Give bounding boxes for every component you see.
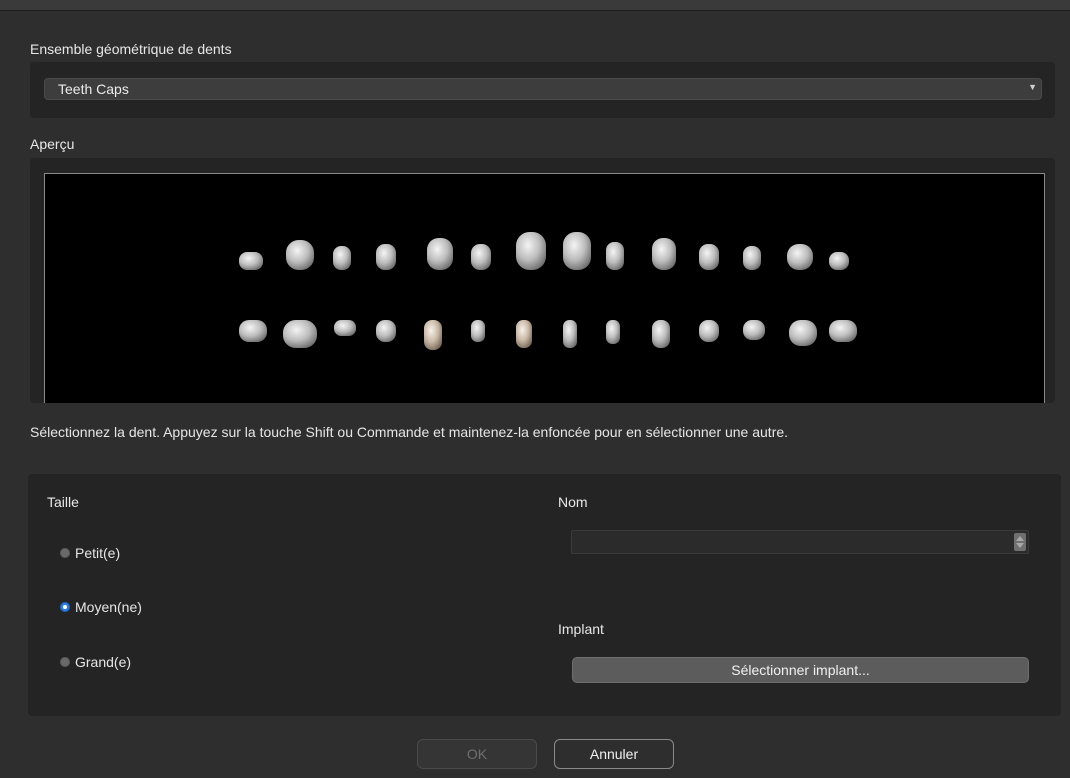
upper-tooth[interactable]	[333, 246, 351, 270]
geometry-set-dropdown[interactable]: Teeth Caps ▼	[44, 78, 1042, 100]
select-implant-button[interactable]: Sélectionner implant...	[572, 657, 1029, 683]
lower-tooth[interactable]	[376, 320, 396, 342]
geometry-set-value: Teeth Caps	[58, 81, 129, 97]
upper-tooth[interactable]	[516, 232, 546, 270]
name-label: Nom	[558, 494, 588, 510]
chevron-down-icon: ▼	[1028, 82, 1037, 92]
radio-large[interactable]	[60, 657, 70, 668]
lower-tooth[interactable]	[239, 320, 267, 342]
lower-tooth[interactable]	[652, 320, 670, 348]
stepper-arrows-icon[interactable]	[1014, 533, 1026, 551]
cancel-button[interactable]: Annuler	[554, 739, 674, 769]
radio-small[interactable]	[60, 548, 70, 559]
size-option-large[interactable]: Grand(e)	[60, 654, 131, 670]
upper-tooth[interactable]	[699, 244, 719, 270]
lower-tooth[interactable]	[471, 320, 485, 342]
upper-tooth[interactable]	[471, 244, 491, 270]
upper-tooth[interactable]	[787, 244, 813, 270]
size-option-large-label: Grand(e)	[75, 654, 132, 670]
lower-tooth[interactable]	[789, 320, 817, 346]
lower-tooth[interactable]	[563, 320, 577, 348]
ok-button[interactable]: OK	[417, 739, 537, 769]
teeth-preview[interactable]	[44, 173, 1045, 403]
upper-tooth[interactable]	[239, 252, 263, 270]
teeth-preview-canvas[interactable]	[45, 174, 1044, 403]
size-option-medium[interactable]: Moyen(ne)	[60, 599, 142, 615]
preview-label: Aperçu	[30, 136, 75, 152]
radio-medium[interactable]	[60, 602, 70, 613]
lower-tooth[interactable]	[699, 320, 719, 342]
title-bar-strip	[0, 0, 1070, 11]
upper-tooth[interactable]	[376, 244, 396, 270]
upper-tooth[interactable]	[743, 246, 761, 270]
implant-label: Implant	[558, 621, 604, 637]
size-option-small[interactable]: Petit(e)	[60, 545, 120, 561]
upper-tooth[interactable]	[427, 238, 453, 270]
upper-tooth[interactable]	[606, 242, 624, 270]
name-combo[interactable]	[571, 530, 1029, 554]
lower-tooth[interactable]	[424, 320, 442, 350]
lower-tooth[interactable]	[516, 320, 532, 348]
size-label: Taille	[47, 494, 79, 510]
upper-tooth[interactable]	[286, 240, 314, 270]
size-option-small-label: Petit(e)	[75, 545, 121, 561]
lower-tooth[interactable]	[829, 320, 857, 342]
selection-hint: Sélectionnez la dent. Appuyez sur la tou…	[30, 424, 789, 440]
size-option-medium-label: Moyen(ne)	[75, 599, 142, 615]
geometry-set-label: Ensemble géométrique de dents	[30, 41, 232, 57]
lower-tooth[interactable]	[606, 320, 620, 344]
upper-tooth[interactable]	[652, 238, 676, 270]
lower-tooth[interactable]	[334, 320, 356, 336]
lower-tooth[interactable]	[283, 320, 317, 348]
upper-tooth[interactable]	[829, 252, 849, 270]
lower-tooth[interactable]	[743, 320, 765, 340]
upper-tooth[interactable]	[563, 232, 591, 270]
